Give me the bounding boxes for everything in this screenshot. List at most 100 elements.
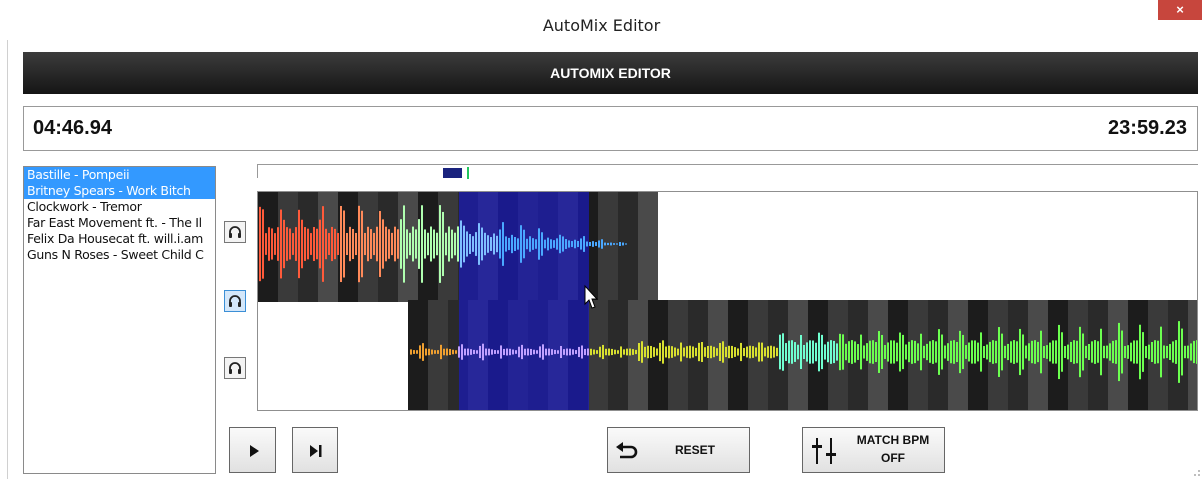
match-bpm-button[interactable]: MATCH BPM OFF (802, 427, 945, 473)
waveform-bar (746, 346, 748, 358)
waveform-bar (599, 346, 601, 358)
waveform-bar (815, 342, 817, 362)
list-item[interactable]: Guns N Roses - Sweet Child C (24, 247, 215, 263)
waveform-bar (325, 228, 327, 260)
waveform-bar (487, 235, 489, 253)
waveform-bar (1157, 340, 1159, 364)
play-button[interactable] (229, 427, 276, 473)
time-display: 04:46.94 23:59.23 (23, 106, 1198, 151)
waveform-bar (343, 210, 345, 278)
waveform-bar (427, 232, 429, 256)
waveform-bar (614, 349, 616, 355)
waveform-bar (524, 348, 526, 356)
resize-grip-icon[interactable] (1191, 467, 1201, 477)
headphone-icon[interactable] (224, 290, 246, 312)
waveform-bar (1181, 328, 1183, 376)
waveform-bar (490, 237, 492, 251)
waveform-bar (935, 341, 937, 363)
waveform-bar (671, 346, 673, 358)
waveform-bar (455, 350, 457, 354)
waveform-bar (974, 340, 976, 364)
skip-next-button[interactable] (292, 427, 338, 473)
waveform-bar (418, 219, 420, 269)
waveform-bar (1130, 342, 1132, 362)
waveform-bar (520, 225, 522, 263)
waveform-bar (382, 219, 384, 269)
list-item[interactable]: Far East Movement ft. - The Il (24, 215, 215, 231)
waveform-bar (509, 348, 511, 356)
waveform-bar (842, 334, 844, 370)
waveform-bar (722, 341, 724, 363)
waveform-bar (500, 345, 502, 359)
waveform-canvas[interactable] (258, 192, 1198, 411)
mix-overview-bar[interactable] (257, 164, 1198, 179)
waveform-bar (440, 344, 442, 360)
waveform-bar (463, 225, 465, 263)
waveform-bar (1088, 343, 1090, 361)
waveform-bar (604, 242, 606, 246)
waveform-bar (674, 347, 676, 357)
waveform-bar (268, 227, 270, 261)
waveform-bar (416, 350, 418, 354)
overview-position-marker[interactable] (443, 168, 462, 178)
waveform-bar (544, 239, 546, 249)
headphone-icon[interactable] (224, 221, 246, 243)
waveform-bar (1043, 346, 1045, 358)
waveform-bar (452, 349, 454, 355)
waveform-bar (857, 344, 859, 360)
waveform-bar (533, 349, 535, 355)
waveform-bar (479, 345, 481, 359)
waveform-bar (607, 242, 609, 246)
waveform-bar (1121, 330, 1123, 374)
waveform-bar (1190, 343, 1192, 361)
waveform-bar (388, 229, 390, 259)
close-button[interactable]: × (1158, 0, 1202, 20)
waveform-bar (794, 342, 796, 362)
waveform-bar (466, 231, 468, 257)
waveform-bar (370, 229, 372, 259)
list-item[interactable]: Britney Spears - Work Bitch (24, 183, 215, 199)
waveform-bar (481, 227, 483, 261)
headphone-icon[interactable] (224, 357, 246, 379)
waveform-bar (406, 229, 408, 259)
waveform-bar (776, 347, 778, 357)
list-item[interactable]: Felix Da Housecat ft. will.i.am (24, 231, 215, 247)
list-item[interactable]: Bastille - Pompeii (24, 167, 215, 183)
waveform-bar (743, 347, 745, 357)
waveform-bar (373, 232, 375, 256)
waveform-bar (550, 239, 552, 249)
list-item[interactable]: Clockwork - Tremor (24, 199, 215, 215)
waveform-bar (827, 341, 829, 363)
waveform-bar (914, 340, 916, 364)
waveform-bar (1139, 324, 1141, 380)
waveform-bar (508, 237, 510, 251)
waveform-bar (262, 209, 264, 279)
total-time: 23:59.23 (1108, 117, 1187, 139)
waveform-bar (770, 345, 772, 359)
waveform-bar (379, 211, 381, 277)
waveform-bar (547, 237, 549, 251)
waveform-bar (1193, 340, 1195, 364)
waveform-bar (307, 228, 309, 260)
waveform-bar (1031, 340, 1033, 364)
track-list[interactable]: Bastille - Pompeii Britney Spears - Work… (23, 166, 216, 474)
waveform-bar (553, 240, 555, 248)
waveform-bar (1178, 321, 1180, 383)
waveform-bar (491, 349, 493, 355)
waveform-bar (569, 348, 571, 356)
reset-button[interactable]: RESET (607, 427, 750, 473)
waveform-bar (761, 342, 763, 362)
waveform-bar (572, 349, 574, 355)
waveform-bar (539, 346, 541, 358)
waveform-bar (809, 340, 811, 364)
waveform-editor[interactable] (257, 191, 1198, 411)
waveform-bar (515, 350, 517, 354)
waveform-bar (526, 238, 528, 250)
waveform-bar (782, 333, 784, 371)
waveform-bar (707, 345, 709, 359)
waveform-bar (298, 209, 300, 279)
window-title: AutoMix Editor (542, 16, 661, 35)
waveform-bar (467, 348, 469, 356)
waveform-bar (559, 234, 561, 254)
waveform-bar (830, 340, 832, 364)
